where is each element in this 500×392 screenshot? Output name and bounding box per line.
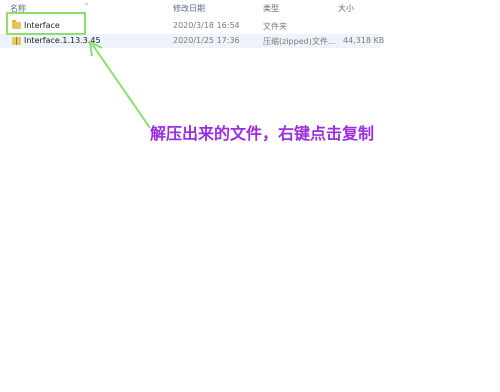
annotation-arrow [88,40,151,129]
annotation-text: 解压出来的文件，右键点击复制 [150,124,375,143]
